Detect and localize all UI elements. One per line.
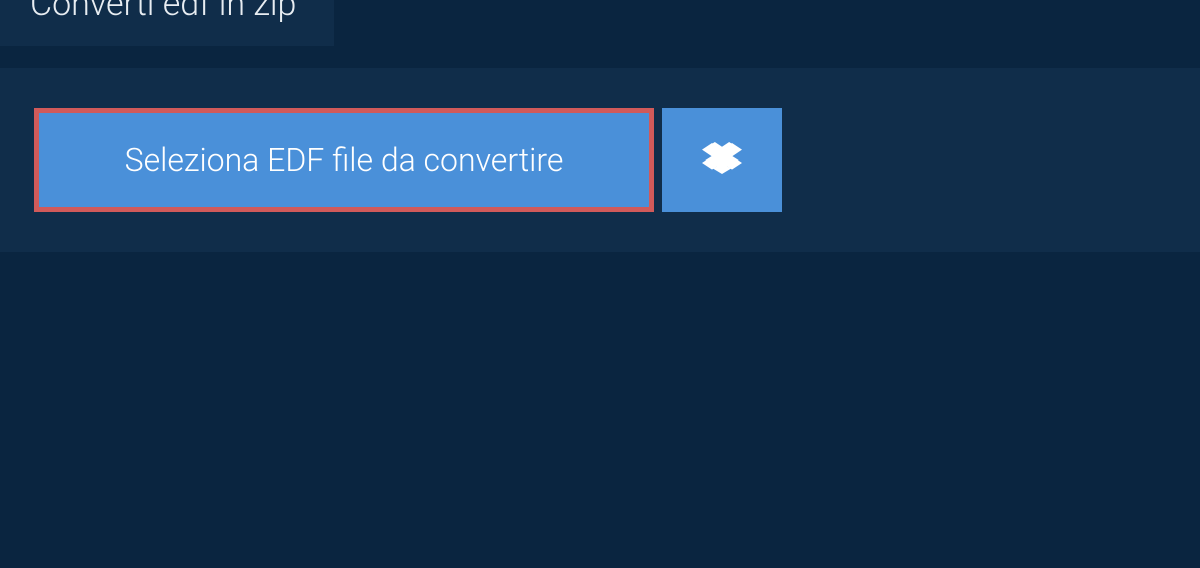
dropbox-icon [702,138,742,182]
select-file-button[interactable]: Seleziona EDF file da convertire [34,108,654,212]
converter-panel: Converti edf in zip Seleziona EDF file d… [0,68,1200,252]
dropbox-button[interactable] [662,108,782,212]
button-row: Seleziona EDF file da convertire [0,68,1200,212]
tab-label: Converti edf in zip [30,0,296,24]
select-file-label: Seleziona EDF file da convertire [125,141,564,179]
tab-convert[interactable]: Converti edf in zip [0,0,334,46]
